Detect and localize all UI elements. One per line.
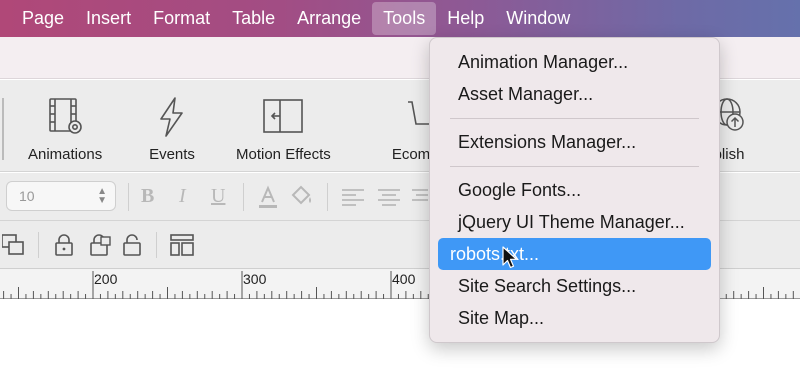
- animations-button[interactable]: Animations: [28, 94, 102, 163]
- google-fonts-item[interactable]: Google Fonts...: [438, 174, 711, 206]
- events-label: Events: [149, 146, 195, 163]
- divider: [38, 232, 39, 258]
- italic-button[interactable]: I: [179, 185, 186, 208]
- motion-icon: [260, 94, 306, 140]
- site-search-settings-item[interactable]: Site Search Settings...: [438, 270, 711, 302]
- align-center-icon[interactable]: [378, 188, 400, 206]
- divider: [327, 183, 328, 211]
- ruler-mark: 200: [94, 271, 118, 287]
- bold-button[interactable]: B: [141, 185, 154, 208]
- tools-menu: Animation Manager... Asset Manager... Ex…: [429, 37, 720, 343]
- ecommerce-label: Ecom: [391, 146, 431, 163]
- menu-bar: Page Insert Format Table Arrange Tools H…: [0, 0, 800, 37]
- menu-separator: [450, 118, 699, 119]
- menu-table[interactable]: Table: [221, 0, 286, 37]
- align-right-icon[interactable]: [412, 188, 428, 206]
- menu-insert[interactable]: Insert: [75, 0, 142, 37]
- jquery-ui-theme-manager-item[interactable]: jQuery UI Theme Manager...: [438, 206, 711, 238]
- group-icon[interactable]: [2, 232, 28, 258]
- cart-icon: [388, 94, 434, 140]
- events-button[interactable]: Events: [149, 94, 195, 163]
- motion-effects-label: Motion Effects: [236, 146, 331, 163]
- menu-tools[interactable]: Tools: [372, 2, 437, 35]
- extensions-manager-item[interactable]: Extensions Manager...: [438, 126, 711, 158]
- font-size-field[interactable]: 10 ▲ ▼: [6, 181, 116, 211]
- divider: [243, 183, 244, 211]
- fill-color-icon[interactable]: [289, 185, 315, 209]
- unlock-icon[interactable]: [119, 232, 145, 258]
- divider: [156, 232, 157, 258]
- font-size-value: 10: [19, 188, 35, 204]
- robots-txt-item[interactable]: robots.txt...: [438, 238, 711, 270]
- menu-window[interactable]: Window: [495, 0, 581, 37]
- toolbar-divider: [2, 98, 4, 160]
- divider: [128, 183, 129, 211]
- ruler-mark: 300: [243, 271, 267, 287]
- motion-effects-button[interactable]: Motion Effects: [236, 94, 331, 163]
- mouse-pointer-icon: [502, 246, 518, 269]
- menu-format[interactable]: Format: [142, 0, 221, 37]
- menu-separator: [450, 166, 699, 167]
- lock-icon[interactable]: [51, 232, 77, 258]
- lock-all-icon[interactable]: [86, 232, 112, 258]
- text-color-icon[interactable]: [256, 185, 280, 209]
- film-gear-icon: [42, 94, 88, 140]
- ruler-mark: 400: [392, 271, 416, 287]
- ecommerce-button[interactable]: Ecom: [388, 94, 434, 163]
- asset-manager-item[interactable]: Asset Manager...: [438, 78, 711, 110]
- align-left-icon[interactable]: [342, 188, 364, 206]
- underline-button[interactable]: U: [211, 185, 225, 208]
- lightning-icon: [149, 94, 195, 140]
- animations-label: Animations: [28, 146, 103, 163]
- menu-help[interactable]: Help: [436, 0, 495, 37]
- site-map-item[interactable]: Site Map...: [438, 302, 711, 334]
- layout-icon[interactable]: [169, 232, 195, 258]
- menu-arrange[interactable]: Arrange: [286, 0, 372, 37]
- font-size-stepper[interactable]: ▲ ▼: [97, 187, 107, 206]
- menu-page[interactable]: Page: [11, 0, 75, 37]
- animation-manager-item[interactable]: Animation Manager...: [438, 46, 711, 78]
